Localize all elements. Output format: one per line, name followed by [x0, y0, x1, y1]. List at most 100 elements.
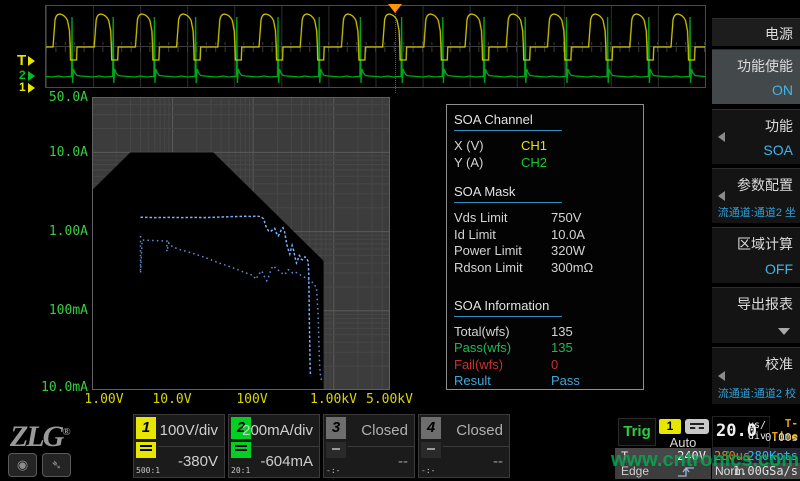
- probe-ratio: 20:1: [231, 466, 250, 475]
- trigger-level-label: T: [621, 449, 628, 463]
- touch-gesture-icon[interactable]: ◉: [8, 453, 37, 477]
- time-window: 280us: [714, 449, 750, 463]
- collapse-left-arrow-icon: [718, 132, 725, 142]
- section-title: SOA Information: [454, 298, 643, 313]
- sidebar-item-function-enable[interactable]: 功能使能 ON: [712, 49, 800, 104]
- divider: [158, 446, 224, 447]
- row-label: Total(wfs): [454, 324, 510, 339]
- waveform-overview-strip[interactable]: [45, 5, 706, 88]
- right-arrow-icon: [28, 83, 35, 93]
- dc-coupling-icon: [136, 442, 156, 458]
- trigger-type: Edge: [621, 464, 649, 478]
- id-limit-value: 10.0A: [551, 227, 585, 242]
- rising-edge-icon: [677, 465, 697, 481]
- ch1-position-marker[interactable]: 1: [19, 80, 35, 94]
- ch1-marker-label: 1: [19, 80, 26, 94]
- x-axis-tick: 10.0V: [152, 392, 192, 407]
- probe-ratio: -:-: [326, 466, 340, 475]
- sidebar-item-label: 功能: [765, 116, 793, 136]
- soa-plot-svg: [92, 97, 390, 390]
- channel-2-tile[interactable]: 2 20:1 200mA/div -604mA: [228, 414, 320, 478]
- power-limit-value: 320W: [551, 243, 585, 258]
- y-axis-tick: 100mA: [38, 303, 88, 318]
- channel-scale: Closed: [361, 422, 408, 439]
- soa-information-section: SOA Information Total(wfs) 135 Pass(wfs) 1…: [454, 298, 643, 390]
- off-coupling-icon: [326, 442, 346, 458]
- right-arrow-icon: [28, 56, 35, 66]
- probe-ratio: 500:1: [136, 466, 160, 475]
- channel-1-tile[interactable]: 1 500:1 100V/div -380V: [133, 414, 225, 478]
- sidebar-item-function[interactable]: 功能 SOA: [712, 109, 800, 164]
- channel-offset: --: [493, 453, 503, 470]
- channel-4-tile[interactable]: 4 -:- Closed --: [418, 414, 510, 478]
- x-axis-tick: 100V: [236, 392, 268, 407]
- collapse-left-arrow-icon: [718, 191, 725, 201]
- sidebar-item-export-report[interactable]: 导出报表: [712, 287, 800, 343]
- waveform-overview-svg: [46, 6, 705, 87]
- divider: [253, 446, 319, 447]
- sample-rate: 1.00GSa/s: [733, 464, 798, 478]
- trigger-coupling-dc-icon[interactable]: [685, 419, 709, 434]
- section-underline: [454, 202, 562, 203]
- sidebar-item-subtext: 流通道:通道2 校: [718, 385, 796, 401]
- row-label: Power Limit: [454, 243, 522, 258]
- divider: [443, 446, 509, 447]
- trigger-button[interactable]: Trig: [618, 418, 656, 446]
- divider: [348, 446, 414, 447]
- channel-offset: --: [398, 453, 408, 470]
- sidebar-item-calibration[interactable]: 校准 流通道:通道2 校: [712, 347, 800, 404]
- channel-offset: -380V: [178, 453, 218, 470]
- section-underline: [454, 316, 562, 317]
- dc-coupling-icon: [231, 442, 251, 458]
- row-label: Vds Limit: [454, 210, 507, 225]
- x-axis-tick: 1.00kV: [310, 392, 356, 407]
- soa-mask-section: SOA Mask Vds Limit 750V Id Limit 10.0A Pow…: [454, 184, 643, 276]
- row-label: Y (A): [454, 155, 483, 170]
- row-label: X (V): [454, 138, 484, 153]
- pass-wfs-value: 135: [551, 340, 573, 355]
- sidebar-item-parameter-config[interactable]: 参数配置 流通道:通道2 坐: [712, 168, 800, 223]
- row-label: Pass(wfs): [454, 340, 511, 355]
- vds-limit-value: 750V: [551, 210, 581, 225]
- section-title: SOA Mask: [454, 184, 643, 199]
- total-wfs-value: 135: [551, 324, 573, 339]
- row-label: Rdson Limit: [454, 260, 523, 275]
- trigger-position-marker-icon[interactable]: [388, 4, 402, 13]
- x-channel-value: CH1: [521, 138, 547, 153]
- dropdown-caret-icon: [778, 328, 790, 335]
- trigger-type-row[interactable]: Edge: [615, 463, 711, 479]
- pointer-icon[interactable]: ➴: [42, 453, 71, 477]
- sidebar-item-value: OFF: [765, 261, 793, 277]
- record-row: 280us 280Kpts: [712, 448, 800, 463]
- y-axis-tick: 10.0A: [38, 145, 88, 160]
- sidebar-item-area-calc[interactable]: 区域计算 OFF: [712, 227, 800, 283]
- channel-1-badge: 1: [136, 417, 156, 439]
- sidebar-item-value: ON: [772, 82, 793, 98]
- section-title: SOA Channel: [454, 112, 643, 127]
- section-underline: [454, 130, 562, 131]
- sidebar-item-value: SOA: [763, 142, 793, 158]
- collapse-left-arrow-icon: [718, 371, 725, 381]
- y-axis-tick: 50.0A: [38, 90, 88, 105]
- trigger-level-label: T: [17, 52, 26, 69]
- timebase-status-cluster: 20.0 us/div T-Time 0.00s 280us 280Kpts N…: [712, 413, 800, 479]
- y-axis-tick: 10.0mA: [38, 380, 88, 395]
- sidebar-item-label: 区域计算: [737, 234, 793, 254]
- trigger-level-value: 240V: [677, 449, 706, 463]
- result-value: Pass: [551, 373, 580, 388]
- sidebar-item-power[interactable]: 电源: [712, 18, 800, 46]
- row-label: Fail(wfs): [454, 357, 503, 372]
- trigger-source-badge[interactable]: 1: [659, 419, 681, 434]
- trigger-level-row: T 240V: [615, 448, 711, 463]
- channel-3-tile[interactable]: 3 -:- Closed --: [323, 414, 415, 478]
- trigger-level-marker[interactable]: T: [17, 52, 35, 69]
- fail-wfs-value: 0: [551, 357, 558, 372]
- x-axis-tick: 5.00kV: [366, 392, 412, 407]
- channel-scale: Closed: [456, 422, 503, 439]
- channel-scale: 100V/div: [160, 422, 218, 439]
- sidebar-item-subtext: 流通道:通道2 坐: [718, 204, 796, 220]
- sidebar-item-label: 校准: [765, 354, 793, 374]
- row-label: Id Limit: [454, 227, 496, 242]
- acquisition-row: Norm 1.00GSa/s: [712, 463, 800, 479]
- probe-ratio: -:-: [421, 466, 435, 475]
